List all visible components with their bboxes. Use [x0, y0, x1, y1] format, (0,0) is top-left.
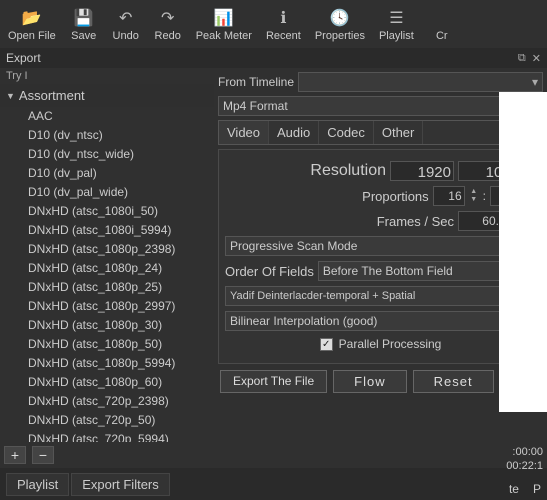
redo-button-icon: ↷ [161, 8, 174, 28]
redo-button-label: Redo [155, 30, 181, 42]
preset-item[interactable]: DNxHD (atsc_720p_5994) [0, 430, 214, 442]
undo-button-label: Undo [113, 30, 139, 42]
bottom-tab-playlist[interactable]: Playlist [6, 473, 69, 496]
undo-button[interactable]: ↶ Undo [106, 4, 146, 44]
field-order-label: Order Of Fields [225, 264, 314, 279]
tab-codec[interactable]: Codec [319, 121, 374, 144]
preset-item[interactable]: DNxHD (atsc_720p_50) [0, 411, 214, 430]
export-file-button[interactable]: Export The File [220, 370, 327, 393]
preset-sidebar: Try I Assortment AACD10 (dv_ntsc)D10 (dv… [0, 68, 214, 468]
flow-button[interactable]: Flow [333, 370, 406, 393]
preset-item[interactable]: D10 (dv_pal_wide) [0, 183, 214, 202]
panel-title-text: Export [6, 51, 41, 65]
resolution-width-input[interactable]: 1920 [390, 161, 454, 181]
recent-button-label: Recent [266, 30, 301, 42]
save-button[interactable]: 💾 Save [64, 4, 104, 44]
assortment-header[interactable]: Assortment [0, 84, 214, 107]
main-toolbar: 📂 Open File 💾 Save ↶ Undo ↷ Redo 📊 Peak Meter ℹ Rec… [0, 0, 547, 48]
try-label: Try I [0, 68, 214, 84]
bottom-tab-export-filters[interactable]: Export Filters [71, 473, 170, 496]
panel-close-icon[interactable]: ✕ [532, 52, 541, 65]
preset-item[interactable]: DNxHD (atsc_1080p_24) [0, 259, 214, 278]
peak-meter-button[interactable]: 📊 Peak Meter [190, 4, 258, 44]
undo-button-icon: ↶ [119, 8, 132, 28]
create-button[interactable]: Cr [422, 4, 462, 44]
peak-meter-button-label: Peak Meter [196, 30, 252, 42]
tab-other[interactable]: Other [374, 121, 424, 144]
preset-item[interactable]: DNxHD (atsc_1080p_2997) [0, 297, 214, 316]
preset-item[interactable]: DNxHD (atsc_1080p_2398) [0, 240, 214, 259]
aspect-a-spinner[interactable]: ▲▼ [469, 186, 479, 206]
aspect-a-input[interactable]: 16 [433, 186, 465, 206]
deinterlace-dropdown[interactable]: Yadif Deinterlacder-temporal + Spatial [225, 286, 536, 306]
tab-video[interactable]: Video [219, 121, 269, 144]
bottom-tab-bar: PlaylistExport Filters [0, 469, 547, 500]
playlist-button-label: Playlist [379, 30, 414, 42]
preset-item[interactable]: DNxHD (atsc_1080p_5994) [0, 354, 214, 373]
field-order-value: Before The Bottom Field [323, 264, 453, 278]
format-value: Mp4 Format [223, 99, 288, 113]
preset-item[interactable]: DNxHD (atsc_1080i_5994) [0, 221, 214, 240]
create-button-label: Cr [436, 30, 448, 42]
open-file-button[interactable]: 📂 Open File [2, 4, 62, 44]
parallel-label: Parallel Processing [339, 337, 442, 351]
proportions-label: Proportions [362, 189, 428, 204]
preset-item[interactable]: DNxHD (atsc_1080p_25) [0, 278, 214, 297]
preset-item[interactable]: D10 (dv_pal) [0, 164, 214, 183]
remove-preset-button[interactable]: − [32, 446, 54, 464]
playlist-button-icon: ☰ [389, 8, 403, 28]
interpolation-value: Bilinear Interpolation (good) [230, 314, 377, 328]
deinterlace-value: Yadif Deinterlacder-temporal + Spatial [230, 290, 415, 302]
recent-button[interactable]: ℹ Recent [260, 4, 307, 44]
peak-meter-button-icon: 📊 [214, 8, 234, 28]
preset-item[interactable]: DNxHD (atsc_1080p_50) [0, 335, 214, 354]
from-dropdown[interactable] [298, 72, 543, 92]
save-button-label: Save [71, 30, 96, 42]
from-label: From Timeline [218, 75, 294, 89]
preset-list: AACD10 (dv_ntsc)D10 (dv_ntsc_wide)D10 (d… [0, 107, 214, 442]
properties-button-label: Properties [315, 30, 365, 42]
fps-label: Frames / Sec [377, 214, 454, 229]
format-dropdown[interactable]: Mp4 Format [218, 96, 543, 116]
bottom-right-a: te [509, 482, 519, 496]
export-settings: From Timeline Mp4 Format VideoAudioCodec… [214, 68, 547, 468]
scan-mode-value: Progressive Scan Mode [230, 239, 357, 253]
preset-item[interactable]: DNxHD (atsc_720p_2398) [0, 392, 214, 411]
reset-button[interactable]: Reset [413, 370, 494, 393]
settings-tabs: VideoAudioCodecOther [218, 120, 543, 145]
preset-item[interactable]: DNxHD (atsc_1080p_30) [0, 316, 214, 335]
panel-layout-icon[interactable]: ⧉ [518, 52, 526, 65]
properties-button[interactable]: 🕓 Properties [309, 4, 371, 44]
preset-item[interactable]: D10 (dv_ntsc) [0, 126, 214, 145]
save-button-icon: 💾 [74, 8, 94, 28]
playlist-button[interactable]: ☰ Playlist [373, 4, 420, 44]
redo-button[interactable]: ↷ Redo [148, 4, 188, 44]
resolution-label: Resolution [310, 162, 386, 180]
open-file-button-icon: 📂 [22, 8, 42, 28]
panel-header: Export ⧉ ✕ [0, 48, 547, 68]
preset-item[interactable]: DNxHD (atsc_1080p_60) [0, 373, 214, 392]
video-form: Resolution 1920 1080 ▲▼ Proportions 16 ▲… [218, 149, 543, 364]
preset-item[interactable]: DNxHD (atsc_1080i_50) [0, 202, 214, 221]
parallel-checkbox[interactable]: ✓ [320, 338, 333, 351]
assortment-label: Assortment [19, 88, 85, 103]
interpolation-dropdown[interactable]: Bilinear Interpolation (good) [225, 311, 536, 331]
add-preset-button[interactable]: + [4, 446, 26, 464]
preset-item[interactable]: AAC [0, 107, 214, 126]
open-file-button-label: Open File [8, 30, 56, 42]
preview-area [499, 92, 547, 412]
bottom-right-b: P [533, 482, 541, 496]
timecode-1: :00:00 [506, 446, 543, 458]
properties-button-icon: 🕓 [330, 8, 350, 28]
preset-item[interactable]: D10 (dv_ntsc_wide) [0, 145, 214, 164]
tab-audio[interactable]: Audio [269, 121, 319, 144]
scan-mode-dropdown[interactable]: Progressive Scan Mode [225, 236, 536, 256]
recent-button-icon: ℹ [280, 8, 286, 28]
